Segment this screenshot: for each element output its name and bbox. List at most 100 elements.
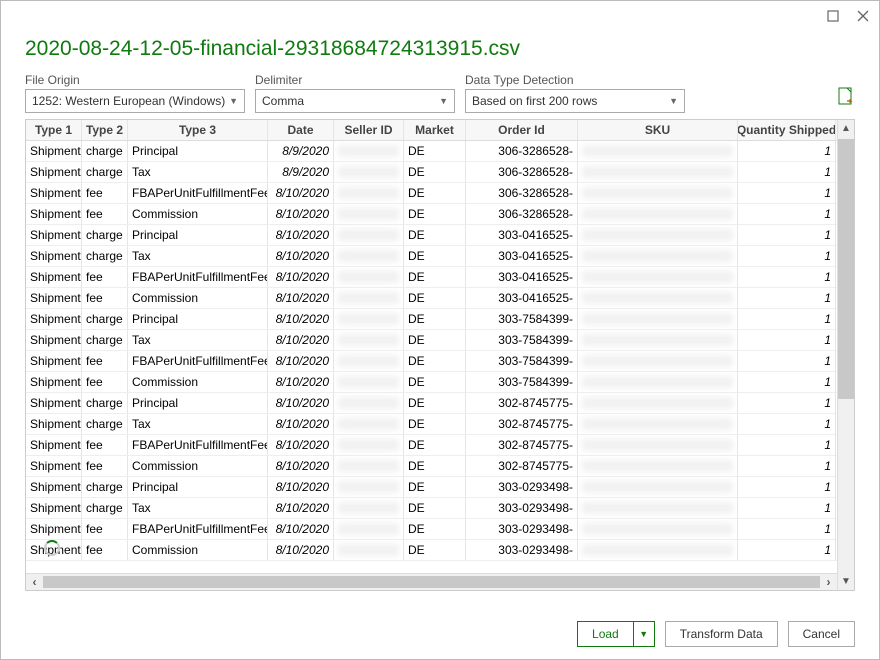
- column-header[interactable]: Type 1: [26, 120, 82, 140]
- column-header[interactable]: Date: [268, 120, 334, 140]
- table-cell: [334, 477, 404, 497]
- table-cell: [578, 456, 738, 476]
- close-icon[interactable]: [857, 10, 869, 22]
- table-cell: 303-0293498-: [466, 498, 578, 518]
- scroll-right-icon[interactable]: ›: [820, 574, 837, 590]
- table-row[interactable]: ShipmentfeeCommission8/10/2020DE306-3286…: [26, 204, 837, 225]
- table-row[interactable]: ShipmentfeeCommission8/10/2020DE303-7584…: [26, 372, 837, 393]
- table-cell: 1: [738, 435, 836, 455]
- table-row[interactable]: ShipmentchargePrincipal8/10/2020DE303-02…: [26, 477, 837, 498]
- table-cell: [334, 225, 404, 245]
- table-cell: 8/10/2020: [268, 183, 334, 203]
- redacted-value: [338, 229, 399, 241]
- redacted-value: [582, 418, 733, 430]
- table-cell: charge: [82, 393, 128, 413]
- file-origin-select[interactable]: 1252: Western European (Windows) ▼: [25, 89, 245, 113]
- delimiter-select[interactable]: Comma ▼: [255, 89, 455, 113]
- table-row[interactable]: ShipmentchargeTax8/9/2020DE306-3286528-1: [26, 162, 837, 183]
- table-cell: 302-8745775-: [466, 435, 578, 455]
- transform-data-button[interactable]: Transform Data: [665, 621, 778, 647]
- table-cell: [334, 393, 404, 413]
- table-row[interactable]: ShipmentfeeCommission8/10/2020DE303-0416…: [26, 288, 837, 309]
- open-file-icon[interactable]: [837, 87, 855, 113]
- column-header[interactable]: Quantity Shipped: [738, 120, 836, 140]
- table-cell: 303-7584399-: [466, 330, 578, 350]
- table-cell: 1: [738, 309, 836, 329]
- column-header[interactable]: SKU: [578, 120, 738, 140]
- column-header[interactable]: Type 3: [128, 120, 268, 140]
- table-cell: Commission: [128, 372, 268, 392]
- load-dropdown-button[interactable]: ▼: [633, 621, 655, 647]
- table-row[interactable]: ShipmentfeeCommission8/10/2020DE303-0293…: [26, 540, 837, 561]
- table-cell: DE: [404, 183, 466, 203]
- table-cell: [578, 519, 738, 539]
- table-row[interactable]: ShipmentchargePrincipal8/9/2020DE306-328…: [26, 141, 837, 162]
- table-cell: 1: [738, 183, 836, 203]
- grid-body: ShipmentchargePrincipal8/9/2020DE306-328…: [26, 141, 837, 561]
- redacted-value: [582, 376, 733, 388]
- detection-label: Data Type Detection: [465, 73, 685, 87]
- table-row[interactable]: ShipmentchargeTax8/10/2020DE303-0416525-…: [26, 246, 837, 267]
- table-cell: Commission: [128, 288, 268, 308]
- vertical-scrollbar[interactable]: ▲ ▼: [837, 120, 854, 590]
- column-header[interactable]: Market: [404, 120, 466, 140]
- column-header[interactable]: Order Id: [466, 120, 578, 140]
- table-cell: 8/10/2020: [268, 204, 334, 224]
- table-cell: 302-8745775-: [466, 456, 578, 476]
- table-cell: [334, 267, 404, 287]
- table-cell: DE: [404, 519, 466, 539]
- table-cell: [578, 435, 738, 455]
- table-cell: 1: [738, 246, 836, 266]
- table-row[interactable]: ShipmentchargePrincipal8/10/2020DE302-87…: [26, 393, 837, 414]
- table-row[interactable]: ShipmentfeeFBAPerUnitFulfillmentFee8/10/…: [26, 183, 837, 204]
- table-cell: [334, 351, 404, 371]
- table-cell: charge: [82, 330, 128, 350]
- table-row[interactable]: ShipmentchargePrincipal8/10/2020DE303-04…: [26, 225, 837, 246]
- horizontal-scrollbar[interactable]: ‹ ›: [26, 573, 837, 590]
- table-cell: DE: [404, 330, 466, 350]
- table-row[interactable]: ShipmentfeeCommission8/10/2020DE302-8745…: [26, 456, 837, 477]
- table-row[interactable]: ShipmentchargeTax8/10/2020DE303-0293498-…: [26, 498, 837, 519]
- caret-down-icon: ▼: [669, 96, 678, 106]
- table-cell: fee: [82, 435, 128, 455]
- table-cell: fee: [82, 204, 128, 224]
- scroll-left-icon[interactable]: ‹: [26, 574, 43, 590]
- redacted-value: [338, 355, 399, 367]
- cancel-button[interactable]: Cancel: [788, 621, 855, 647]
- table-cell: DE: [404, 414, 466, 434]
- detection-select[interactable]: Based on first 200 rows ▼: [465, 89, 685, 113]
- table-cell: [578, 351, 738, 371]
- column-header[interactable]: Type 2: [82, 120, 128, 140]
- table-cell: Shipment: [26, 246, 82, 266]
- column-header[interactable]: Seller ID: [334, 120, 404, 140]
- table-cell: fee: [82, 183, 128, 203]
- table-row[interactable]: ShipmentfeeFBAPerUnitFulfillmentFee8/10/…: [26, 519, 837, 540]
- table-cell: 1: [738, 267, 836, 287]
- table-cell: 8/10/2020: [268, 246, 334, 266]
- table-cell: 303-0416525-: [466, 288, 578, 308]
- table-cell: [334, 435, 404, 455]
- table-cell: [578, 309, 738, 329]
- scrollbar-thumb[interactable]: [838, 139, 854, 399]
- table-cell: 8/10/2020: [268, 267, 334, 287]
- redacted-value: [338, 502, 399, 514]
- table-cell: 303-7584399-: [466, 351, 578, 371]
- table-row[interactable]: ShipmentchargeTax8/10/2020DE302-8745775-…: [26, 414, 837, 435]
- table-row[interactable]: ShipmentfeeFBAPerUnitFulfillmentFee8/10/…: [26, 351, 837, 372]
- table-cell: 8/10/2020: [268, 477, 334, 497]
- scroll-down-icon[interactable]: ▼: [838, 573, 854, 590]
- table-row[interactable]: ShipmentchargeTax8/10/2020DE303-7584399-…: [26, 330, 837, 351]
- load-button[interactable]: Load: [577, 621, 633, 647]
- table-cell: Tax: [128, 246, 268, 266]
- scrollbar-thumb[interactable]: [43, 576, 820, 588]
- table-cell: DE: [404, 267, 466, 287]
- table-row[interactable]: ShipmentchargePrincipal8/10/2020DE303-75…: [26, 309, 837, 330]
- table-cell: [334, 414, 404, 434]
- table-row[interactable]: ShipmentfeeFBAPerUnitFulfillmentFee8/10/…: [26, 267, 837, 288]
- scroll-up-icon[interactable]: ▲: [838, 120, 854, 137]
- table-cell: [334, 183, 404, 203]
- table-cell: DE: [404, 477, 466, 497]
- maximize-icon[interactable]: [827, 10, 839, 22]
- table-row[interactable]: ShipmentfeeFBAPerUnitFulfillmentFee8/10/…: [26, 435, 837, 456]
- table-cell: 1: [738, 204, 836, 224]
